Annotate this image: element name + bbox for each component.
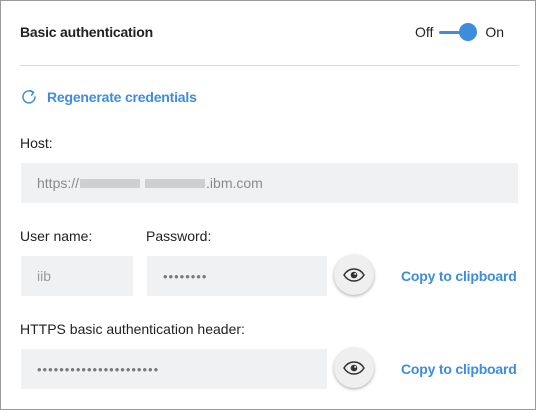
basic-auth-panel: Basic authentication Off On Regenerate c… xyxy=(0,0,536,410)
host-redacted-segment xyxy=(145,178,206,188)
https-header-value: •••••••••••••••••••••• xyxy=(37,361,160,377)
https-header-label: HTTPS basic authentication header: xyxy=(20,321,245,337)
show-password-button[interactable] xyxy=(334,255,374,295)
auth-toggle-switch[interactable] xyxy=(439,22,479,42)
section-title: Basic authentication xyxy=(20,24,153,40)
host-redacted-segment xyxy=(80,178,141,188)
host-value-prefix: https:// xyxy=(37,175,80,191)
https-header-field[interactable]: •••••••••••••••••••••• xyxy=(21,349,327,389)
toggle-off-label: Off xyxy=(415,24,434,40)
copy-password-button[interactable]: Copy to clipboard xyxy=(401,268,517,284)
copy-https-header-button[interactable]: Copy to clipboard xyxy=(401,361,517,377)
eye-icon xyxy=(343,361,365,375)
refresh-icon xyxy=(22,89,36,104)
header-divider xyxy=(20,65,519,66)
host-value-suffix: .ibm.com xyxy=(206,175,263,191)
host-label: Host: xyxy=(20,135,53,151)
user-name-field[interactable]: iib xyxy=(21,256,133,296)
eye-icon xyxy=(343,268,365,282)
password-field[interactable]: •••••••• xyxy=(147,256,327,296)
toggle-on-label: On xyxy=(485,24,505,40)
auth-toggle-group: Off On xyxy=(415,22,504,42)
regenerate-credentials-label: Regenerate credentials xyxy=(47,89,197,105)
regenerate-credentials-link[interactable]: Regenerate credentials xyxy=(20,87,197,107)
show-https-header-button[interactable] xyxy=(334,348,374,388)
password-label: Password: xyxy=(146,228,212,244)
host-field[interactable]: https:// .ibm.com xyxy=(21,163,518,203)
user-name-value: iib xyxy=(37,268,52,284)
password-value: •••••••• xyxy=(163,268,208,284)
toggle-knob[interactable] xyxy=(459,23,478,41)
user-name-label: User name: xyxy=(20,228,93,244)
